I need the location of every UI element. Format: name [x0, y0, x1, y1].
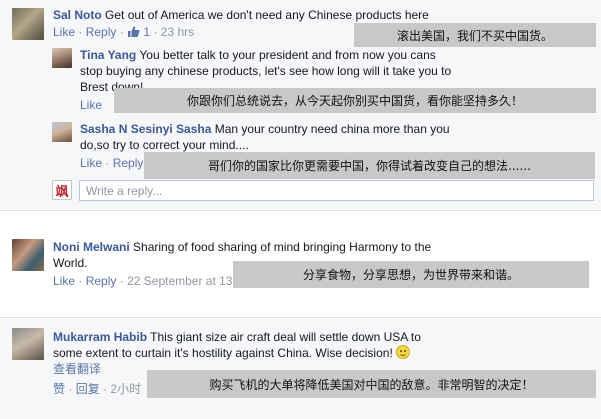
comment-time[interactable]: 23 hrs [161, 25, 194, 39]
reply-sasha: Sasha N Sesinyi Sasha Man your country n… [80, 121, 450, 153]
commenter-name[interactable]: Tina Yang [80, 48, 136, 62]
like-link[interactable]: Like [80, 98, 102, 112]
comment-text-line: This giant size air craft deal will sett… [150, 330, 421, 344]
comment-sal-noto: Sal Noto Get out of America we don't nee… [53, 7, 429, 23]
avatar-tina-yang[interactable] [52, 48, 72, 68]
translation-overlay: 分享食物，分享思想，为世界带来和谐。 [233, 261, 589, 288]
comment-text-line: Sharing of food sharing of mind bringing… [133, 240, 432, 254]
comment-actions: Like · Reply · 22 September at 13 [53, 274, 233, 288]
current-user-avatar: 飒 [52, 180, 72, 200]
comment-time[interactable]: 2小时 [110, 382, 141, 396]
reply-text-line: Man your country need china more than yo… [214, 122, 450, 136]
comment-actions: Like · Reply · 1 · 23 hrs [53, 24, 194, 42]
like-count[interactable]: 1 [143, 25, 150, 39]
avatar-mukarram-habib[interactable] [12, 328, 44, 360]
comment-time[interactable]: 22 September at 13 [127, 274, 232, 288]
avatar-noni-melwani[interactable] [12, 239, 44, 271]
reply-text-line: stop buying any chinese products, let's … [80, 64, 452, 78]
commenter-name[interactable]: Sal Noto [53, 8, 102, 22]
comment-text: Get out of America we don't need any Chi… [105, 8, 429, 22]
avatar-sasha[interactable] [52, 122, 72, 142]
commenter-name[interactable]: Sasha N Sesinyi Sasha [80, 122, 211, 136]
reply-link[interactable]: Reply [113, 156, 144, 170]
translation-overlay: 你跟你们总统说去，从今天起你别买中国货，看你能坚持多久！ [114, 88, 596, 113]
reply-actions: Like · Reply [80, 156, 144, 170]
commenter-name[interactable]: Mukarram Habib [53, 330, 147, 344]
comment-actions: 赞 · 回复 · 2小时 [53, 382, 142, 396]
like-link[interactable]: 赞 [53, 382, 65, 396]
like-link[interactable]: Like [80, 156, 102, 170]
write-reply-input[interactable]: Write a reply... [79, 180, 594, 201]
reply-actions: Like [80, 97, 102, 113]
translation-overlay: 哥们你的国家比你更需要中国，你得试着改变自己的想法...... [144, 152, 595, 179]
thumbs-up-icon [127, 25, 140, 42]
like-link[interactable]: Like [53, 274, 75, 288]
reply-placeholder: Write a reply... [86, 184, 163, 198]
divider [0, 210, 601, 211]
commenter-name[interactable]: Noni Melwani [53, 240, 130, 254]
reply-link[interactable]: Reply [86, 274, 117, 288]
smiley-icon [396, 345, 411, 359]
reply-link[interactable]: Reply [86, 25, 117, 39]
reply-text-line: do,so try to correct your mind.... [80, 138, 249, 152]
comment-text-line: some extent to curtain it's hostility ag… [53, 346, 393, 360]
reply-text-line: You better talk to your president and fr… [139, 48, 436, 62]
translation-overlay: 购买飞机的大单将降低美国对中国的敌意。非常明智的决定！ [147, 370, 596, 398]
avatar-stamp-char: 飒 [55, 184, 69, 200]
like-link[interactable]: Like [53, 25, 75, 39]
avatar-sal-noto[interactable] [12, 8, 44, 40]
reply-link[interactable]: 回复 [76, 382, 100, 396]
translation-overlay: 滚出美国，我们不买中国货。 [354, 23, 596, 47]
